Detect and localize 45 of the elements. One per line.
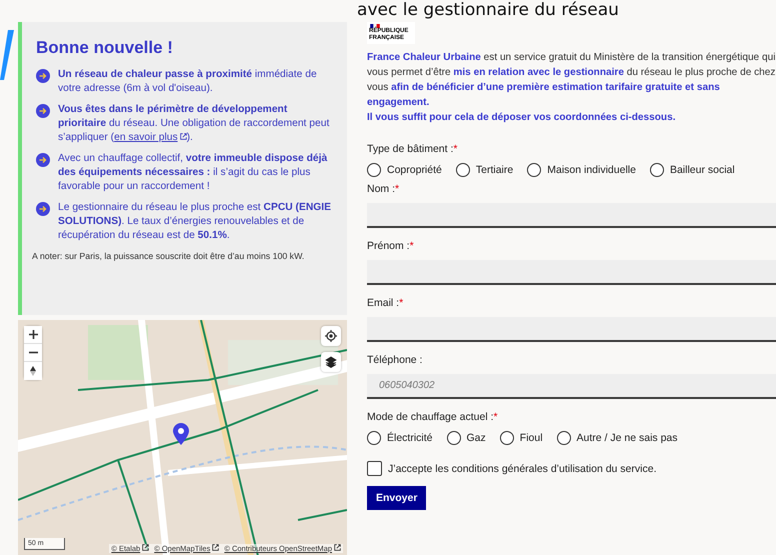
- field-label: Prénom :*: [367, 240, 415, 252]
- terms-checkbox[interactable]: J’accepte les conditions générales d’utilisation du service.: [367, 461, 776, 476]
- radio-option[interactable]: Maison individuelle: [527, 163, 636, 177]
- zoom-in-button[interactable]: [24, 326, 42, 344]
- field-label: Nom :*: [367, 183, 400, 195]
- external-link-icon: [180, 133, 187, 140]
- radio-option[interactable]: Électricité: [367, 431, 433, 445]
- note-text: A noter: sur Paris, la puissance souscrite doit être d’au moins 100 kW.: [32, 250, 306, 262]
- info-text: Vous êtes dans le périmètre de développement prioritaire du réseau. Une obligation de raccordement peut s’appliquer (en savoir plus ).: [58, 103, 330, 145]
- field-label: Téléphone :: [367, 354, 424, 366]
- plus-icon: [28, 330, 38, 339]
- intro-text: France Chaleur Urbaine est un service gratuit du Ministère de la transition énergétique qui vous permet d’être mis en relation avec le gestionnaire du réseau le plus proche de chez vous afin de bénéficier d’une première estimation tarifaire gratuite et sans engagement.: [367, 51, 776, 110]
- field-label: Email :*: [367, 297, 404, 309]
- input-field[interactable]: [367, 203, 776, 228]
- input-field[interactable]: [367, 317, 776, 342]
- compass-button[interactable]: [24, 362, 42, 380]
- card-title: Bonne nouvelle !: [36, 38, 174, 58]
- info-text: Un réseau de chaleur passe à proximité immédiate de votre adresse (6m à vol d'oiseau).: [58, 68, 318, 96]
- radio-option[interactable]: Bailleur social: [650, 163, 735, 177]
- radio-option[interactable]: Autre / Je ne sais pas: [556, 431, 678, 445]
- radio-option[interactable]: Gaz: [446, 431, 486, 445]
- radio-option[interactable]: Fioul: [500, 431, 543, 445]
- field-label: Type de bâtiment :*: [367, 143, 458, 155]
- external-link-icon: [212, 544, 220, 551]
- logo-stroke-icon: [0, 30, 14, 80]
- field-label: Mode de chauffage actuel :*: [367, 411, 499, 423]
- external-link-icon: [334, 544, 341, 551]
- info-text: Avec un chauffage collectif, votre immeuble dispose déjà des équipements nécessaires : il s’agit du cas le plus favorable pour un raccordement !: [58, 152, 328, 194]
- intro-instruction: Il vous suffit pour cela de déposer vos coordonnées ci-dessous.: [367, 111, 676, 125]
- compass-icon: [30, 366, 36, 376]
- locate-button[interactable]: [321, 326, 341, 346]
- info-text: Le gestionnaire du réseau le plus proche est CPCU (ENGIE SOLUTIONS). Le taux d’énergies renouvelables et de récupération du réseau est de 50.1%.: [58, 201, 332, 243]
- map-pin-icon: [173, 423, 189, 445]
- radio-option[interactable]: Copropriété: [367, 163, 442, 177]
- target-icon: [325, 330, 337, 342]
- layers-button[interactable]: [321, 352, 341, 372]
- learn-more-link[interactable]: en savoir plus: [114, 132, 187, 143]
- layers-icon: [325, 356, 337, 368]
- input-field[interactable]: 0605040302: [367, 374, 776, 399]
- page-heading: avec le gestionnaire du réseau: [357, 0, 619, 20]
- radio-option[interactable]: Tertiaire: [456, 163, 514, 177]
- input-field[interactable]: [367, 260, 776, 285]
- external-link-icon: [142, 544, 150, 551]
- zoom-out-button[interactable]: [24, 344, 42, 362]
- submit-button[interactable]: Envoyer: [367, 486, 426, 510]
